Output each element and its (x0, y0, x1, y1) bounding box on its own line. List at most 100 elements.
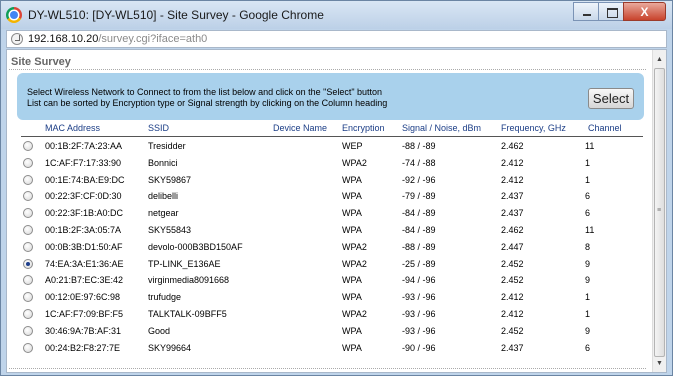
table-row[interactable]: 00:24:B2:F8:27:7E SKY99664 WPA -90 / -96 2.4… (21, 339, 643, 356)
ssid-cell: Tresidder (148, 141, 186, 151)
network-radio[interactable] (23, 258, 33, 269)
column-header-encryption[interactable]: Encryption (342, 123, 385, 133)
close-icon: X (640, 5, 649, 19)
scroll-up-icon[interactable]: ▲ (653, 53, 666, 67)
page-viewport: Site Survey Select Wireless Network to C… (6, 49, 667, 373)
signal-noise-cell: -25 / -89 (402, 258, 436, 269)
signal-noise-cell: -90 / -96 (402, 342, 436, 353)
ssid-cell: devolo-000B3BD150AF (148, 241, 243, 252)
table-row[interactable]: 00:22:3F:1B:A0:DC netgear WPA -84 / -89 2.43… (21, 204, 643, 221)
mac-cell: 00:12:0E:97:6C:98 (45, 292, 121, 303)
encryption-cell: WPA (342, 275, 362, 286)
network-radio[interactable] (23, 325, 33, 336)
column-header-device-name[interactable]: Device Name (273, 123, 327, 133)
encryption-cell: WPA2 (342, 157, 367, 168)
network-radio[interactable] (23, 224, 33, 235)
ssid-cell: TP-LINK_E136AE (148, 258, 221, 269)
mac-cell: 00:1B:2F:3A:05:7A (45, 224, 122, 235)
network-radio[interactable] (23, 292, 33, 303)
scrollbar-thumb[interactable]: ≡ (654, 68, 665, 357)
frequency-cell: 2.437 (501, 208, 524, 219)
address-bar[interactable]: 192.168.10.20/survey.cgi?iface=ath0 (6, 30, 667, 48)
frequency-cell: 2.437 (501, 342, 524, 353)
signal-noise-cell: -93 / -96 (402, 308, 436, 319)
network-radio[interactable] (23, 241, 33, 252)
network-radio[interactable] (23, 275, 33, 286)
encryption-cell: WPA2 (342, 241, 367, 252)
encryption-cell: WPA (342, 191, 362, 202)
mac-cell: 00:24:B2:F8:27:7E (45, 342, 121, 353)
table-row[interactable]: 1C:AF:F7:17:33:90 Bonnici WPA2 -74 / -88 2.4… (21, 154, 643, 171)
ssid-cell: SKY55843 (148, 224, 192, 235)
network-radio[interactable] (23, 208, 33, 219)
ssid-cell: trufudge (148, 292, 182, 303)
frequency-cell: 2.452 (501, 275, 524, 286)
frequency-cell: 2.452 (501, 258, 524, 269)
encryption-cell: WPA (342, 224, 362, 235)
title-bar[interactable]: DY-WL510: [DY-WL510] - Site Survey - Goo… (1, 1, 672, 29)
ssid-cell: netgear (148, 208, 179, 219)
minimize-icon[interactable] (573, 2, 599, 21)
channel-cell: 1 (585, 174, 591, 185)
window-controls: X (573, 2, 666, 21)
network-radio[interactable] (23, 157, 33, 168)
column-header-channel[interactable]: Channel (588, 123, 622, 133)
channel-cell: 6 (585, 342, 591, 353)
instructions-text: Select Wireless Network to Connect to fr… (27, 87, 387, 109)
frequency-cell: 2.462 (501, 141, 524, 151)
ssid-cell: delibelli (148, 191, 179, 202)
ssid-cell: SKY99664 (148, 342, 192, 353)
signal-noise-cell: -88 / -89 (402, 141, 436, 151)
network-radio[interactable] (23, 308, 33, 319)
browser-window: DY-WL510: [DY-WL510] - Site Survey - Goo… (0, 0, 673, 376)
url[interactable]: 192.168.10.20/survey.cgi?iface=ath0 (28, 33, 207, 45)
frequency-cell: 2.452 (501, 325, 524, 336)
column-header-signal[interactable]: Signal / Noise, dBm (402, 123, 481, 133)
window-title: DY-WL510: [DY-WL510] - Site Survey - Goo… (28, 8, 324, 22)
signal-noise-cell: -74 / -88 (402, 157, 436, 168)
chrome-icon (6, 7, 22, 23)
table-row[interactable]: 00:1B:2F:3A:05:7A SKY55843 WPA -84 / -89 2.4… (21, 221, 643, 238)
table-row[interactable]: 00:12:0E:97:6C:98 trufudge WPA -93 / -96 2.4… (21, 288, 643, 305)
network-radio[interactable] (23, 141, 33, 151)
mac-cell: 00:22:3F:CF:0D:30 (45, 191, 122, 202)
signal-noise-cell: -84 / -89 (402, 208, 436, 219)
url-path: /survey.cgi?iface=ath0 (98, 33, 208, 45)
bottom-divider (9, 368, 646, 369)
mac-cell: 00:1E:74:BA:E9:DC (45, 174, 125, 185)
table-row[interactable]: 30:46:9A:7B:AF:31 Good WPA -93 / -96 2.452 9 (21, 322, 643, 339)
table-row[interactable]: 74:EA:3A:E1:36:AE TP-LINK_E136AE WPA2 -25 /… (21, 255, 643, 272)
table-row[interactable]: 00:1E:74:BA:E9:DC SKY59867 WPA -92 / -96 2.4… (21, 171, 643, 188)
select-button[interactable]: Select (588, 88, 634, 109)
grip-icon: ≡ (657, 207, 662, 214)
column-header-ssid[interactable]: SSID (148, 123, 169, 133)
table-row[interactable]: 00:22:3F:CF:0D:30 delibelli WPA -79 / -89 2.… (21, 187, 643, 204)
encryption-cell: WPA (342, 325, 362, 336)
table-row[interactable]: A0:21:B7:EC:3E:42 virginmedia8091668 WPA -9… (21, 271, 643, 288)
column-header-mac[interactable]: MAC Address (45, 123, 100, 133)
mac-cell: 1C:AF:F7:09:BF:F5 (45, 308, 124, 319)
frequency-cell: 2.412 (501, 157, 524, 168)
frequency-cell: 2.412 (501, 292, 524, 303)
ssid-cell: TALKTALK-09BFF5 (148, 308, 227, 319)
vertical-scrollbar[interactable]: ▲ ≡ ▼ (652, 50, 666, 372)
instruction-line-1: Select Wireless Network to Connect to fr… (27, 87, 383, 97)
scroll-down-icon[interactable]: ▼ (653, 357, 666, 371)
maximize-icon[interactable] (598, 2, 624, 21)
frequency-cell: 2.447 (501, 241, 524, 252)
network-radio[interactable] (23, 342, 33, 353)
network-radio[interactable] (23, 191, 33, 202)
column-header-frequency[interactable]: Frequency, GHz (501, 123, 566, 133)
network-radio[interactable] (23, 174, 33, 185)
mac-cell: 74:EA:3A:E1:36:AE (45, 258, 124, 269)
encryption-cell: WPA (342, 208, 362, 219)
table-body: 00:1B:2F:7A:23:AA Tresidder WEP -88 / -89 2.… (21, 137, 643, 355)
channel-cell: 11 (585, 224, 595, 235)
close-button[interactable]: X (623, 2, 666, 21)
table-row[interactable]: 00:0B:3B:D1:50:AF devolo-000B3BD150AF WPA2… (21, 238, 643, 255)
table-row[interactable]: 1C:AF:F7:09:BF:F5 TALKTALK-09BFF5 WPA2 -93 … (21, 305, 643, 322)
ssid-cell: Good (148, 325, 171, 336)
mac-cell: 30:46:9A:7B:AF:31 (45, 325, 122, 336)
table-row[interactable]: 00:1B:2F:7A:23:AA Tresidder WEP -88 / -89 2.… (21, 137, 643, 154)
instruction-line-2: List can be sorted by Encryption type or… (27, 98, 388, 108)
